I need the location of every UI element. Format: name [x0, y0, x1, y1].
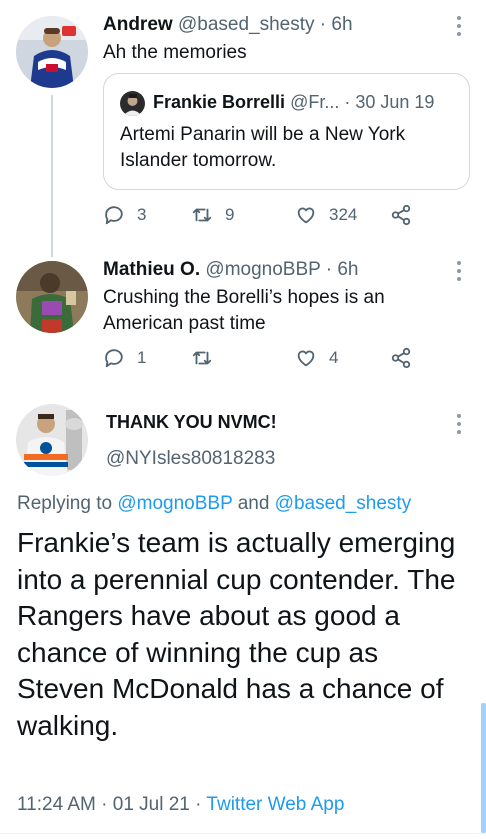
more-icon[interactable] — [452, 12, 466, 40]
retweet-count: 9 — [225, 205, 235, 224]
tweet-header: Mathieu O. @mognoBBP · 6h — [103, 259, 359, 281]
tweet-text: Crushing the Borelli’s hopes is an Ameri… — [103, 287, 385, 334]
replying-user-link[interactable]: @based_shesty — [275, 493, 412, 514]
display-name[interactable]: THANK YOU NVMC! — [106, 412, 277, 432]
tweet-metadata: 11:24 AM · 01 Jul 21 · Twitter Web App — [17, 794, 344, 816]
user-handle[interactable]: @based_shesty — [178, 14, 315, 35]
tweet-text: Ah the memories — [103, 42, 247, 63]
reply-count: 1 — [137, 348, 147, 367]
share-icon — [391, 204, 411, 226]
quoted-tweet-card[interactable]: Frankie Borrelli @Fr... · 30 Jun 19 Arte… — [103, 73, 470, 190]
separator-dot: · — [339, 92, 356, 112]
quoted-avatar — [120, 91, 145, 116]
replying-user-link[interactable]: @mognoBBP — [117, 493, 232, 514]
retweet-icon — [192, 208, 212, 222]
avatar-image — [16, 261, 88, 333]
more-icon[interactable] — [452, 257, 466, 285]
quoted-date: 30 Jun 19 — [355, 92, 435, 112]
separator-dot: · — [314, 14, 332, 35]
tweet-timestamp[interactable]: 11:24 AM · 01 Jul 21 · — [17, 794, 201, 815]
scrollbar[interactable] — [481, 703, 486, 833]
source-app-link[interactable]: Twitter Web App — [206, 794, 344, 815]
retweet-icon — [192, 351, 212, 365]
separator-dot: · — [320, 259, 338, 280]
avatar-andrew[interactable] — [16, 16, 88, 88]
tweet-time[interactable]: 6h — [331, 14, 352, 35]
tweet-actions: 3 9 324 — [103, 204, 423, 230]
main-display-name[interactable]: THANK YOU NVMC! — [106, 412, 277, 433]
share-icon — [391, 347, 411, 369]
avatar-nyisles[interactable] — [16, 404, 88, 476]
like-count: 4 — [329, 348, 339, 367]
avatar-image — [16, 404, 88, 476]
quoted-display-name: Frankie Borrelli — [153, 92, 286, 112]
like-icon — [297, 350, 315, 367]
reply-icon — [105, 206, 123, 225]
more-icon[interactable] — [452, 410, 466, 438]
share-button[interactable] — [390, 204, 412, 226]
tweet-header: Andrew @based_shesty · 6h — [103, 14, 353, 36]
user-handle[interactable]: @mognoBBP — [205, 259, 320, 280]
like-button[interactable]: 4 — [295, 347, 338, 369]
avatar-image — [16, 16, 88, 88]
divider — [0, 833, 486, 834]
main-user-handle[interactable]: @NYIsles80818283 — [106, 448, 275, 470]
thread-connector — [51, 95, 53, 257]
reply-button[interactable]: 3 — [103, 204, 146, 226]
quoted-header: Frankie Borrelli @Fr... · 30 Jun 19 — [153, 92, 434, 113]
replying-prefix: Replying to — [17, 493, 113, 514]
main-tweet-text: Frankie’s team is actually emerging into… — [17, 527, 456, 741]
user-handle[interactable]: @NYIsles80818283 — [106, 448, 275, 469]
quoted-text: Artemi Panarin will be a New York Island… — [120, 124, 406, 171]
like-button[interactable]: 324 — [295, 204, 357, 226]
quoted-handle: @Fr... — [290, 92, 340, 112]
replying-to: Replying to @mognoBBP and @based_shesty — [17, 493, 411, 515]
like-count: 324 — [329, 205, 358, 224]
like-icon — [297, 207, 315, 224]
retweet-button[interactable] — [191, 347, 225, 369]
avatar-mathieu[interactable] — [16, 261, 88, 333]
share-button[interactable] — [390, 347, 412, 369]
tweet-time[interactable]: 6h — [337, 259, 358, 280]
display-name[interactable]: Andrew — [103, 14, 173, 35]
tweet-actions: 1 4 — [103, 347, 423, 373]
replying-and: and — [237, 493, 270, 514]
reply-count: 3 — [137, 205, 147, 224]
display-name[interactable]: Mathieu O. — [103, 259, 200, 280]
reply-button[interactable]: 1 — [103, 347, 146, 369]
quoted-avatar-image — [120, 91, 145, 116]
retweet-button[interactable]: 9 — [191, 204, 234, 226]
reply-icon — [105, 349, 123, 368]
